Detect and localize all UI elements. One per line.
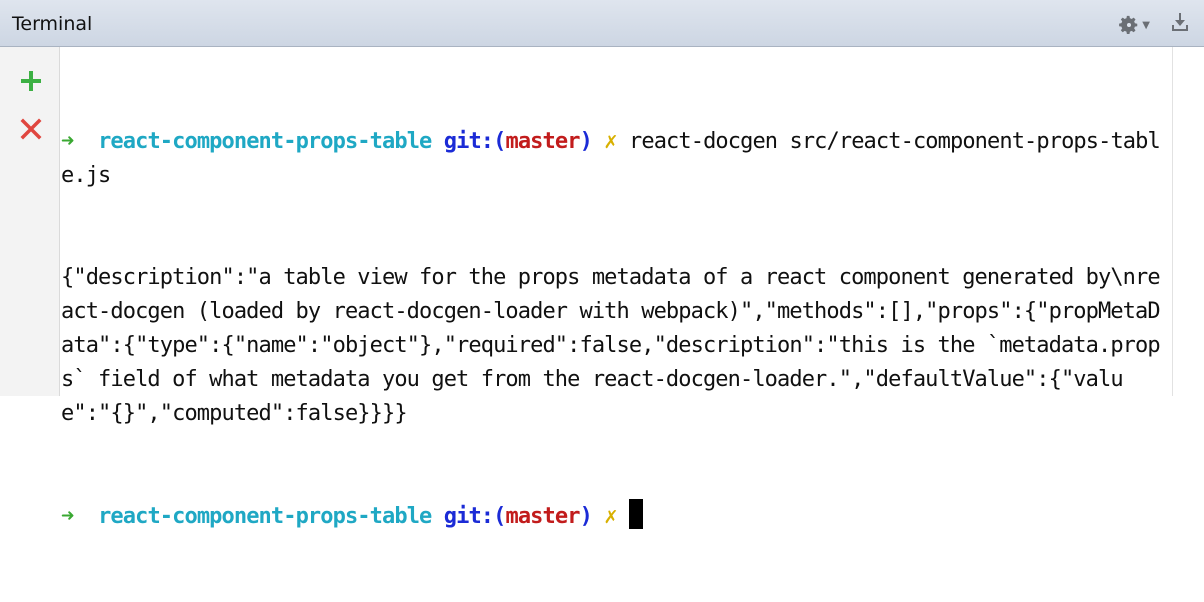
git-close: ) bbox=[579, 504, 593, 529]
prompt-line: ➜ react-component-props-table git:(maste… bbox=[61, 499, 1171, 534]
panel-title: Terminal bbox=[12, 13, 93, 35]
text-cursor bbox=[629, 499, 643, 529]
git-label: git:( bbox=[443, 504, 507, 529]
git-branch: master bbox=[505, 504, 580, 529]
settings-button[interactable]: ▼ bbox=[1118, 14, 1150, 36]
prompt-arrow: ➜ bbox=[61, 129, 74, 154]
title-bar-actions: ▼ bbox=[1118, 12, 1190, 38]
close-icon bbox=[20, 118, 42, 140]
dirty-marker: ✗ bbox=[604, 504, 617, 529]
terminal-content[interactable]: ➜ react-component-props-table git:(maste… bbox=[61, 47, 1171, 529]
terminal-title-bar: Terminal ▼ bbox=[0, 0, 1204, 47]
plus-icon bbox=[21, 71, 41, 91]
prompt-directory: react-component-props-table bbox=[98, 129, 432, 154]
chevron-down-icon: ▼ bbox=[1142, 19, 1150, 31]
git-branch: master bbox=[505, 129, 580, 154]
terminal-sidebar bbox=[0, 47, 60, 396]
close-session-button[interactable] bbox=[15, 113, 47, 145]
terminal-output[interactable]: ➜ react-component-props-table git:(maste… bbox=[61, 57, 1171, 602]
git-close: ) bbox=[579, 129, 593, 154]
hide-panel-icon bbox=[1172, 13, 1188, 31]
prompt-line: ➜ react-component-props-table git:(maste… bbox=[61, 125, 1171, 193]
prompt-arrow: ➜ bbox=[61, 504, 74, 529]
scroll-area[interactable] bbox=[1172, 47, 1204, 396]
git-label: git:( bbox=[443, 129, 507, 154]
new-session-button[interactable] bbox=[15, 65, 47, 97]
command-output: {"description":"a table view for the pro… bbox=[61, 265, 1161, 426]
hide-panel-button[interactable] bbox=[1170, 12, 1190, 38]
prompt-directory: react-component-props-table bbox=[98, 504, 432, 529]
dirty-marker: ✗ bbox=[604, 129, 617, 154]
gear-icon bbox=[1119, 15, 1138, 34]
